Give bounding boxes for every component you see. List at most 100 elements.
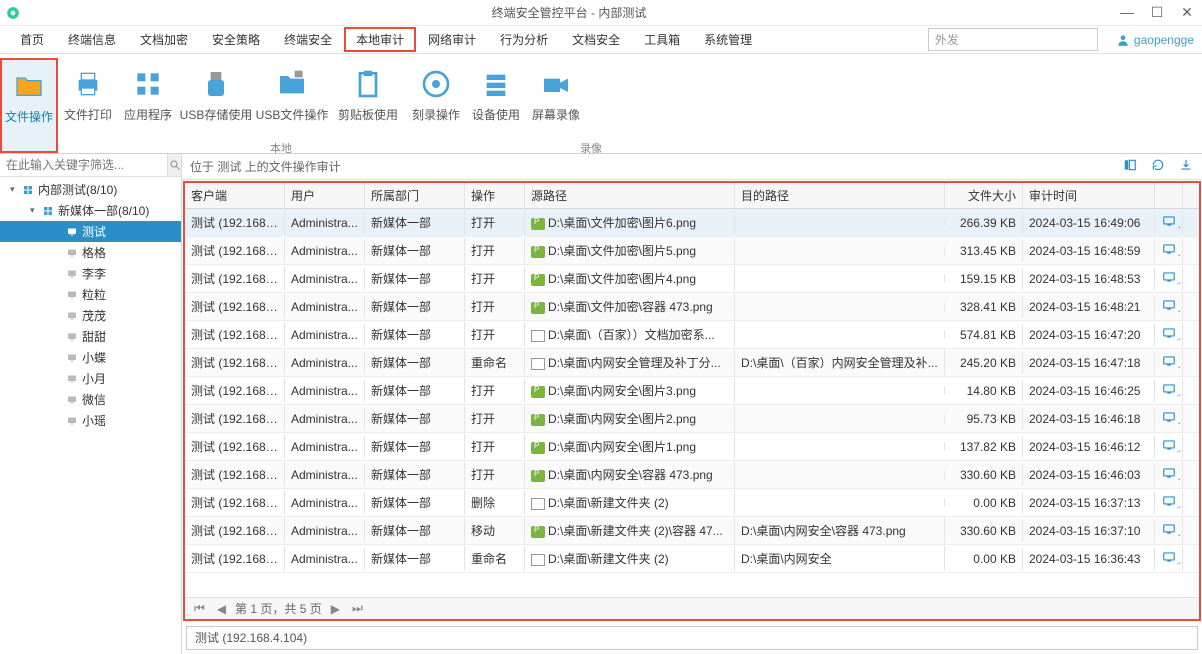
columns-button[interactable]: [1122, 158, 1138, 175]
tree-client-node[interactable]: 小瑶: [0, 410, 181, 431]
pager-next[interactable]: ▶: [328, 602, 343, 616]
table-row[interactable]: 测试 (192.168.4...Administra...新媒体一部重命名D:\…: [185, 545, 1199, 573]
table-row[interactable]: 测试 (192.168.4...Administra...新媒体一部打开D:\桌…: [185, 237, 1199, 265]
image-file-icon: [531, 386, 545, 398]
menu-终端安全[interactable]: 终端安全: [272, 27, 344, 52]
menu-文档加密[interactable]: 文档加密: [128, 27, 200, 52]
tree-client-node[interactable]: 测试: [0, 221, 181, 242]
current-user[interactable]: gaopengge: [1116, 33, 1194, 47]
monitor-icon: [64, 288, 80, 302]
tree-client-node[interactable]: 小蝶: [0, 347, 181, 368]
audit-grid: 客户端 用户 所属部门 操作 源路径 目的路径 文件大小 审计时间 测试 (19…: [183, 181, 1201, 621]
tool-camera[interactable]: 屏幕录像: [526, 58, 586, 153]
col-dept[interactable]: 所属部门: [365, 183, 465, 208]
tool-apps[interactable]: 应用程序: [118, 58, 178, 153]
export-button[interactable]: [1178, 158, 1194, 175]
monitor-icon: [64, 393, 80, 407]
pager-first[interactable]: ⏮: [191, 601, 208, 616]
table-row[interactable]: 测试 (192.168.4...Administra...新媒体一部打开D:\桌…: [185, 461, 1199, 489]
menu-文档安全[interactable]: 文档安全: [560, 27, 632, 52]
row-detail-button[interactable]: [1155, 350, 1183, 375]
tree-org-node[interactable]: ▾新媒体一部(8/10): [0, 200, 181, 221]
tool-device[interactable]: 设备使用: [466, 58, 526, 153]
row-detail-button[interactable]: [1155, 490, 1183, 515]
usb-file-icon: [254, 64, 330, 104]
menu-工具箱[interactable]: 工具箱: [632, 27, 692, 52]
menu-本地审计[interactable]: 本地审计: [344, 27, 416, 52]
tree-client-node[interactable]: 粒粒: [0, 284, 181, 305]
menu-行为分析[interactable]: 行为分析: [488, 27, 560, 52]
tool-clipboard[interactable]: 剪贴板使用: [330, 58, 406, 153]
col-op[interactable]: 操作: [465, 183, 525, 208]
maximize-button[interactable]: ☐: [1142, 4, 1172, 21]
row-detail-button[interactable]: [1155, 322, 1183, 347]
table-row[interactable]: 测试 (192.168.4...Administra...新媒体一部打开D:\桌…: [185, 377, 1199, 405]
col-time[interactable]: 审计时间: [1023, 183, 1155, 208]
pager-last[interactable]: ⏭: [349, 601, 366, 616]
table-row[interactable]: 测试 (192.168.4...Administra...新媒体一部删除D:\桌…: [185, 489, 1199, 517]
camera-icon: [526, 64, 586, 104]
menu-首页[interactable]: 首页: [8, 27, 56, 52]
refresh-button[interactable]: [1150, 158, 1166, 175]
minimize-button[interactable]: —: [1112, 4, 1142, 21]
monitor-icon: [64, 414, 80, 428]
row-detail-button[interactable]: [1155, 238, 1183, 263]
menu-终端信息[interactable]: 终端信息: [56, 27, 128, 52]
row-detail-button[interactable]: [1155, 210, 1183, 235]
col-client[interactable]: 客户端: [185, 183, 285, 208]
col-size[interactable]: 文件大小: [945, 183, 1023, 208]
image-file-icon: [531, 274, 545, 286]
menu-系统管理[interactable]: 系统管理: [692, 27, 764, 52]
file-icon: [531, 498, 545, 510]
image-file-icon: [531, 246, 545, 258]
pager-label: 第 1 页，共 5 页: [235, 600, 322, 617]
monitor-icon: [64, 225, 80, 239]
tool-disc[interactable]: 刻录操作: [406, 58, 466, 153]
sidebar: ▾内部测试(8/10)▾新媒体一部(8/10)测试格格李李粒粒茂茂甜甜小蝶小月微…: [0, 154, 182, 654]
table-row[interactable]: 测试 (192.168.4...Administra...新媒体一部打开D:\桌…: [185, 209, 1199, 237]
tool-usb-file[interactable]: USB文件操作: [254, 58, 330, 153]
col-src[interactable]: 源路径: [525, 183, 735, 208]
tree-client-node[interactable]: 茂茂: [0, 305, 181, 326]
table-row[interactable]: 测试 (192.168.4...Administra...新媒体一部重命名D:\…: [185, 349, 1199, 377]
row-detail-button[interactable]: [1155, 294, 1183, 319]
global-search-input[interactable]: 外发: [928, 28, 1098, 51]
row-detail-button[interactable]: [1155, 378, 1183, 403]
col-user[interactable]: 用户: [285, 183, 365, 208]
usb-icon: [178, 64, 254, 104]
tree-client-node[interactable]: 李李: [0, 263, 181, 284]
user-icon: [1116, 33, 1130, 47]
tree-client-node[interactable]: 微信: [0, 389, 181, 410]
tree-client-node[interactable]: 甜甜: [0, 326, 181, 347]
table-row[interactable]: 测试 (192.168.4...Administra...新媒体一部打开D:\桌…: [185, 293, 1199, 321]
table-row[interactable]: 测试 (192.168.4...Administra...新媒体一部移动D:\桌…: [185, 517, 1199, 545]
tool-printer[interactable]: 文件打印: [58, 58, 118, 153]
pager-prev[interactable]: ◀: [214, 602, 229, 616]
tool-folder[interactable]: 文件操作: [0, 58, 58, 153]
tree-org-node[interactable]: ▾内部测试(8/10): [0, 179, 181, 200]
monitor-icon: [64, 267, 80, 281]
tool-usb[interactable]: USB存储使用: [178, 58, 254, 153]
table-row[interactable]: 测试 (192.168.4...Administra...新媒体一部打开D:\桌…: [185, 321, 1199, 349]
close-button[interactable]: ✕: [1172, 4, 1202, 21]
row-detail-button[interactable]: [1155, 266, 1183, 291]
row-detail-button[interactable]: [1155, 406, 1183, 431]
menu-网络审计[interactable]: 网络审计: [416, 27, 488, 52]
monitor-icon: [64, 351, 80, 365]
col-dst[interactable]: 目的路径: [735, 183, 945, 208]
monitor-icon: [64, 372, 80, 386]
row-detail-button[interactable]: [1155, 462, 1183, 487]
search-icon: [169, 159, 181, 171]
table-row[interactable]: 测试 (192.168.4...Administra...新媒体一部打开D:\桌…: [185, 405, 1199, 433]
window-title: 终端安全管控平台 - 内部测试: [26, 4, 1112, 21]
row-detail-button[interactable]: [1155, 546, 1183, 571]
menu-安全策略[interactable]: 安全策略: [200, 27, 272, 52]
row-detail-button[interactable]: [1155, 518, 1183, 543]
table-row[interactable]: 测试 (192.168.4...Administra...新媒体一部打开D:\桌…: [185, 433, 1199, 461]
tree-client-node[interactable]: 格格: [0, 242, 181, 263]
tree-client-node[interactable]: 小月: [0, 368, 181, 389]
folder-icon: [2, 66, 56, 106]
image-file-icon: [531, 470, 545, 482]
row-detail-button[interactable]: [1155, 434, 1183, 459]
table-row[interactable]: 测试 (192.168.4...Administra...新媒体一部打开D:\桌…: [185, 265, 1199, 293]
